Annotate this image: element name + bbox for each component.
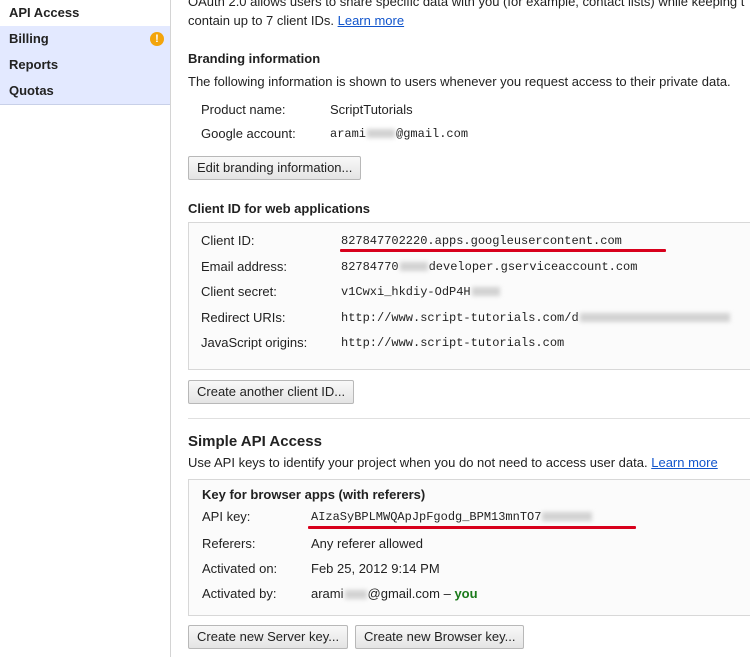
account-prefix: arami [330,127,367,141]
highlight-underline [308,526,636,529]
learn-more-link[interactable]: Learn more [651,455,717,470]
sidebar-item-label: Quotas [9,83,54,98]
intro-line-2: contain up to 7 client IDs. Learn more [188,13,404,28]
email-address-label: Email address: [201,259,287,274]
redirect-uris-value: http://www.script-tutorials.com/d [341,311,731,325]
simple-api-description-row: Use API keys to identify your project wh… [188,455,718,470]
redirect-uris-label: Redirect URIs: [201,310,286,325]
product-name-value: ScriptTutorials [330,102,413,117]
sidebar-item-api-access[interactable]: API Access [0,0,170,26]
edit-branding-button[interactable]: Edit branding information... [188,156,362,180]
api-key-value: AIzaSyBPLMWQApJpFgodg_BPM13mnTO7 [311,510,593,524]
create-browser-key-button[interactable]: Create new Browser key... [355,625,525,649]
simple-api-description: Use API keys to identify your project wh… [188,455,648,470]
referers-label: Referers: [202,536,256,551]
client-id-heading: Client ID for web applications [188,201,371,216]
sidebar-item-billing[interactable]: Billing ! [0,26,170,52]
intro-line-1: OAuth 2.0 allows users to share specific… [188,0,745,9]
client-secret-value: v1Cwxi_hkdiy-OdP4H [341,285,501,299]
account-suffix: @gmail.com [396,127,469,141]
browser-key-panel-title: Key for browser apps (with referers) [202,487,426,502]
email-prefix: 82784770 [341,260,399,274]
product-name-label: Product name: [201,102,286,117]
email-address-value: 82784770 developer.gserviceaccount.com [341,260,637,274]
google-account-value: arami @gmail.com [330,127,468,141]
javascript-origins-value: http://www.script-tutorials.com [341,336,565,350]
referers-value: Any referer allowed [311,536,423,551]
dash-separator: – [443,586,451,601]
redaction-blur [399,262,428,272]
redaction-blur [542,512,593,522]
api-key-prefix: AIzaSyBPLMWQApJpFgodg_BPM13mnTO7 [311,510,542,524]
activated-by-suffix: @gmail.com [367,586,440,601]
simple-api-heading: Simple API Access [188,433,322,450]
javascript-origins-label: JavaScript origins: [201,335,308,350]
sidebar-item-label: Reports [9,57,59,72]
client-id-value: 827847702220.apps.googleusercontent.com [341,234,622,248]
you-badge: you [454,586,478,601]
api-key-label: API key: [202,509,251,524]
google-account-label: Google account: [201,126,296,141]
activated-on-label: Activated on: [202,561,278,576]
redaction-blur [367,129,396,139]
client-secret-label: Client secret: [201,284,277,299]
create-server-key-button[interactable]: Create new Server key... [188,625,349,649]
activated-by-label: Activated by: [202,586,277,601]
sidebar-item-reports[interactable]: Reports [0,52,170,78]
redaction-blur [344,590,367,600]
sidebar: API Access Billing ! Reports Quotas [0,0,171,657]
activated-by-value: arami @gmail.com – you [311,586,478,601]
activated-by-prefix: arami [311,586,344,601]
redaction-blur [579,313,730,323]
branding-description: The following information is shown to us… [188,74,731,89]
email-suffix: developer.gserviceaccount.com [428,260,638,274]
learn-more-link[interactable]: Learn more [338,13,404,28]
redirect-prefix: http://www.script-tutorials.com/d [341,311,579,325]
warning-icon: ! [150,32,164,46]
activated-on-value: Feb 25, 2012 9:14 PM [311,561,440,576]
intro-text: contain up to 7 client IDs. [188,13,334,28]
highlight-underline [340,249,666,252]
redaction-blur [471,287,500,297]
client-id-label: Client ID: [201,233,255,248]
branding-heading: Branding information [188,51,321,66]
sidebar-item-quotas[interactable]: Quotas [0,78,170,104]
sidebar-item-label: Billing [9,31,49,46]
sidebar-item-label: API Access [9,5,80,20]
secret-prefix: v1Cwxi_hkdiy-OdP4H [341,285,471,299]
section-divider [188,418,750,419]
sidebar-nav: API Access Billing ! Reports Quotas [0,0,170,105]
create-client-id-button[interactable]: Create another client ID... [188,380,355,404]
